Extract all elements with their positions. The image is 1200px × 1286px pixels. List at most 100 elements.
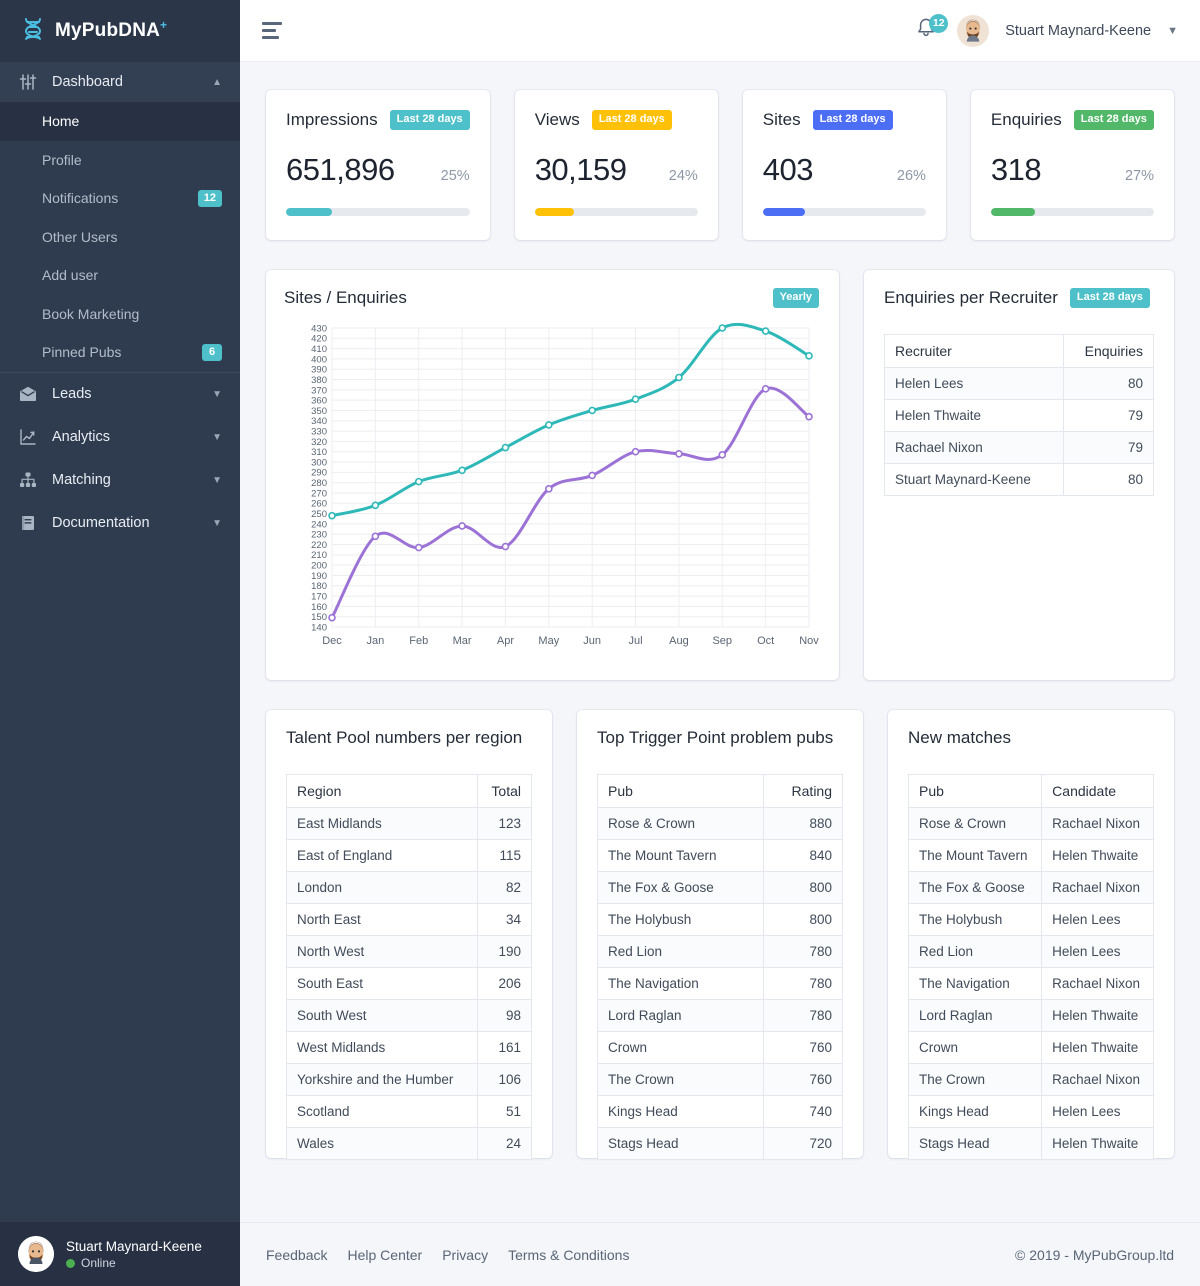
period-chip: Last 28 days [592,110,672,129]
table-row[interactable]: East of England115 [287,840,532,872]
table-cell: Stuart Maynard-Keene [885,464,1064,496]
stat-cards-row: Impressions Last 28 days 651,896 25% Vie… [266,90,1174,240]
copyright: © 2019 - MyPubGroup.ltd [1015,1247,1174,1263]
sidebar-user-status: Online [66,1256,202,1270]
brand-logo[interactable]: MyPubDNA+ [0,0,240,62]
sidebar-item-add-user[interactable]: Add user [0,256,240,295]
footer-link-feedback[interactable]: Feedback [266,1247,327,1263]
table-row[interactable]: Helen Lees80 [885,368,1154,400]
table-row[interactable]: Wales24 [287,1128,532,1160]
table-row[interactable]: North West190 [287,936,532,968]
table-row[interactable]: West Midlands161 [287,1032,532,1064]
table-row[interactable]: CrownHelen Thwaite [909,1032,1154,1064]
table-row[interactable]: The CrownRachael Nixon [909,1064,1154,1096]
card-title: Sites / Enquiries [284,288,407,308]
footer-link-privacy[interactable]: Privacy [442,1247,488,1263]
table-row[interactable]: South East206 [287,968,532,1000]
footer-link-terms[interactable]: Terms & Conditions [508,1247,629,1263]
table-row[interactable]: The Crown760 [598,1064,843,1096]
table-cell: Lord Raglan [909,1000,1042,1032]
online-dot-icon [66,1259,75,1268]
sidebar-item-profile[interactable]: Profile [0,141,240,180]
sidebar-item-book-marketing[interactable]: Book Marketing [0,295,240,334]
table-row[interactable]: Red LionHelen Lees [909,936,1154,968]
sidebar-group-matching[interactable]: Matching ▼ [0,459,240,502]
avatar [18,1236,54,1272]
table-row[interactable]: Red Lion780 [598,936,843,968]
footer-link-help-center[interactable]: Help Center [347,1247,422,1263]
table-row[interactable]: The Holybush800 [598,904,843,936]
table-cell: The Crown [909,1064,1042,1096]
chart-row: Sites / Enquiries Yearly 140150160170180… [266,270,1174,680]
sidebar-item-pinned-pubs[interactable]: Pinned Pubs 6 [0,333,240,372]
table-row[interactable]: The Mount TavernHelen Thwaite [909,840,1154,872]
dna-helix-icon [22,17,44,46]
sidebar-item-other-users[interactable]: Other Users [0,218,240,257]
sidebar-user-panel[interactable]: Stuart Maynard-Keene Online [0,1222,240,1286]
svg-text:160: 160 [311,602,327,613]
table-row[interactable]: The Fox & Goose800 [598,872,843,904]
table-row[interactable]: Crown760 [598,1032,843,1064]
column-header: Total [477,775,531,808]
trigger-points-table: Pub Rating Rose & Crown880The Mount Tave… [597,774,843,1160]
period-chip: Last 28 days [1070,288,1150,307]
table-row[interactable]: The NavigationRachael Nixon [909,968,1154,1000]
table-row[interactable]: The Fox & GooseRachael Nixon [909,872,1154,904]
dashboard-content: Impressions Last 28 days 651,896 25% Vie… [240,62,1200,1222]
chevron-down-icon[interactable]: ▼ [1167,25,1178,37]
sidebar-item-label: Book Marketing [42,306,222,322]
table-cell: 82 [477,872,531,904]
table-row[interactable]: Stags HeadHelen Thwaite [909,1128,1154,1160]
table-row[interactable]: Helen Thwaite79 [885,400,1154,432]
table-cell: The Fox & Goose [909,872,1042,904]
svg-text:Mar: Mar [453,635,472,647]
table-row[interactable]: Yorkshire and the Humber106 [287,1064,532,1096]
table-row[interactable]: Stuart Maynard-Keene80 [885,464,1154,496]
table-cell: Red Lion [909,936,1042,968]
column-header: Pub [909,775,1042,808]
sidebar-item-notifications[interactable]: Notifications 12 [0,179,240,218]
table-row[interactable]: East Midlands123 [287,808,532,840]
notifications-button[interactable]: 12 [915,17,941,45]
table-row[interactable]: London82 [287,872,532,904]
svg-text:370: 370 [311,385,327,396]
table-row[interactable]: Kings HeadHelen Lees [909,1096,1154,1128]
table-row[interactable]: Rachael Nixon79 [885,432,1154,464]
pinned-pubs-badge: 6 [202,344,222,361]
sidebar-subnav-dashboard: Home Profile Notifications 12 Other User… [0,102,240,372]
table-row[interactable]: Lord Raglan780 [598,1000,843,1032]
avatar[interactable] [957,15,989,47]
table-cell: Helen Lees [1042,936,1154,968]
line-chart[interactable]: 1401501601701801902002102202302402502602… [284,320,819,655]
table-cell: 51 [477,1096,531,1128]
table-cell: East of England [287,840,478,872]
sidebar-group-leads[interactable]: Leads ▼ [0,373,240,416]
new-matches-table-body: Rose & CrownRachael NixonThe Mount Taver… [909,808,1154,1160]
sidebar-group-dashboard[interactable]: Dashboard ▲ [0,62,240,102]
progress-bar [286,208,470,216]
hamburger-icon[interactable] [262,22,282,39]
table-row[interactable]: Kings Head740 [598,1096,843,1128]
svg-text:410: 410 [311,344,327,355]
table-row[interactable]: The HolybushHelen Lees [909,904,1154,936]
sidebar-group-analytics[interactable]: Analytics ▼ [0,416,240,459]
table-cell: 800 [764,872,843,904]
table-row[interactable]: The Mount Tavern840 [598,840,843,872]
enquiries-per-recruiter-card: Enquiries per Recruiter Last 28 days Rec… [864,270,1174,680]
table-row[interactable]: South West98 [287,1000,532,1032]
table-row[interactable]: The Navigation780 [598,968,843,1000]
table-row[interactable]: Stags Head720 [598,1128,843,1160]
new-matches-table: Pub Candidate Rose & CrownRachael NixonT… [908,774,1154,1160]
sidebar-group-documentation[interactable]: Documentation ▼ [0,502,240,545]
card-title: Enquiries per Recruiter [884,288,1058,308]
table-row[interactable]: Scotland51 [287,1096,532,1128]
topbar: 12 Stuart Maynard-Keene ▼ [240,0,1200,62]
sidebar-item-home[interactable]: Home [0,102,240,141]
table-cell: The Fox & Goose [598,872,764,904]
sidebar-item-label: Pinned Pubs [42,344,202,360]
table-row[interactable]: North East34 [287,904,532,936]
talent-pool-table: Region Total East Midlands123East of Eng… [286,774,532,1160]
table-row[interactable]: Rose & Crown880 [598,808,843,840]
table-row[interactable]: Rose & CrownRachael Nixon [909,808,1154,840]
table-row[interactable]: Lord RaglanHelen Thwaite [909,1000,1154,1032]
